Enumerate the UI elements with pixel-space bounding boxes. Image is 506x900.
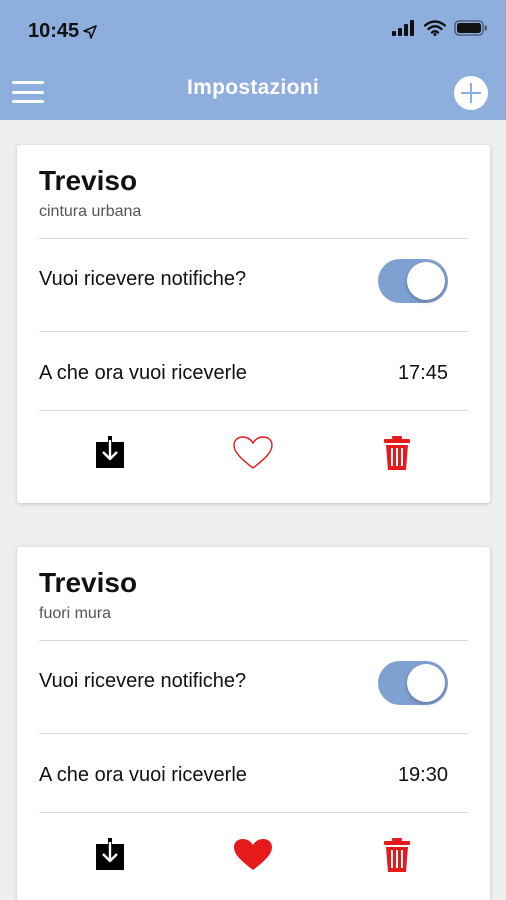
add-circle-icon[interactable] xyxy=(454,76,488,110)
navigation-bar: Impostazioni xyxy=(0,62,506,120)
top-bar: 10:45 Impostazioni xyxy=(0,0,506,120)
toggle-knob xyxy=(407,262,445,300)
time-label: A che ora vuoi riceverle xyxy=(39,362,247,384)
toggle-knob xyxy=(407,664,445,702)
divider xyxy=(39,410,468,411)
download-button[interactable] xyxy=(88,833,132,877)
card-subtitle: fuori mura xyxy=(39,605,112,622)
card-title: Treviso xyxy=(39,165,138,196)
download-icon xyxy=(96,838,124,870)
time-value[interactable]: 17:45 xyxy=(398,362,448,385)
card-title: Treviso xyxy=(39,567,138,598)
cellular-signal-icon xyxy=(392,20,414,36)
time-value[interactable]: 19:30 xyxy=(398,764,448,787)
delete-button[interactable] xyxy=(375,431,419,475)
page-title: Impostazioni xyxy=(187,76,319,99)
card-subtitle: cintura urbana xyxy=(39,203,142,220)
download-button[interactable] xyxy=(88,431,132,475)
delete-button[interactable] xyxy=(375,833,419,877)
location-card: Treviso cintura urbana Vuoi ricevere not… xyxy=(17,145,490,503)
status-bar: 10:45 xyxy=(0,0,506,62)
notifications-label: Vuoi ricevere notifiche? xyxy=(39,670,247,692)
divider xyxy=(39,238,468,239)
heart-outline-icon xyxy=(233,436,273,469)
time-label: A che ora vuoi riceverle xyxy=(39,764,247,786)
wifi-icon xyxy=(424,20,446,36)
divider xyxy=(39,331,468,332)
notifications-toggle[interactable] xyxy=(378,259,448,303)
location-arrow-icon xyxy=(83,24,97,39)
status-time-text: 10:45 xyxy=(28,20,80,42)
trash-icon xyxy=(384,838,410,872)
battery-icon xyxy=(454,20,487,36)
divider xyxy=(39,640,468,641)
notifications-label: Vuoi ricevere notifiche? xyxy=(39,268,247,290)
divider xyxy=(39,812,468,813)
status-icons xyxy=(392,20,488,36)
notifications-toggle[interactable] xyxy=(378,661,448,705)
favorite-button[interactable] xyxy=(231,833,275,877)
heart-filled-icon xyxy=(234,839,272,870)
divider xyxy=(39,733,468,734)
trash-icon xyxy=(384,436,410,470)
location-card: Treviso fuori mura Vuoi ricevere notific… xyxy=(17,547,490,900)
status-time: 10:45 xyxy=(28,20,97,43)
download-icon xyxy=(96,436,124,468)
favorite-button[interactable] xyxy=(231,431,275,475)
